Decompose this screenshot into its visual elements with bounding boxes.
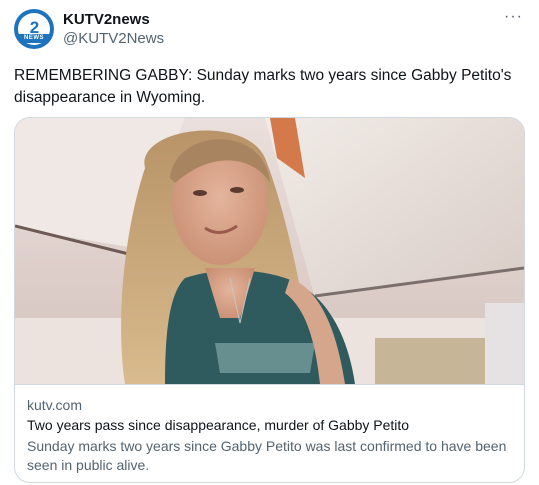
card-title[interactable]: Two years pass since disappearance, murd… (27, 417, 409, 433)
card-description: Sunday marks two years since Gabby Petit… (27, 438, 507, 473)
card-photo (15, 118, 524, 384)
avatar-band: NEWS (14, 34, 54, 43)
shirt-print (215, 343, 315, 373)
card-domain: kutv.com (27, 397, 82, 413)
author-name[interactable]: KUTV2news (63, 11, 150, 28)
left-eye (193, 190, 207, 196)
author-handle[interactable]: @KUTV2News (63, 30, 164, 47)
link-card[interactable]: kutv.com Two years pass since disappeara… (14, 117, 525, 483)
avatar[interactable]: 2 NEWS (14, 9, 54, 49)
tweet-text: REMEMBERING GABBY: Sunday marks two year… (14, 67, 512, 106)
card-meta: kutv.com Two years pass since disappeara… (15, 384, 524, 482)
more-options-icon[interactable]: ··· (504, 8, 523, 26)
right-eye (230, 187, 244, 193)
tent-fabric (485, 303, 524, 384)
tweet: 2 NEWS KUTV2news @KUTV2News ··· REMEMBER… (0, 0, 539, 485)
